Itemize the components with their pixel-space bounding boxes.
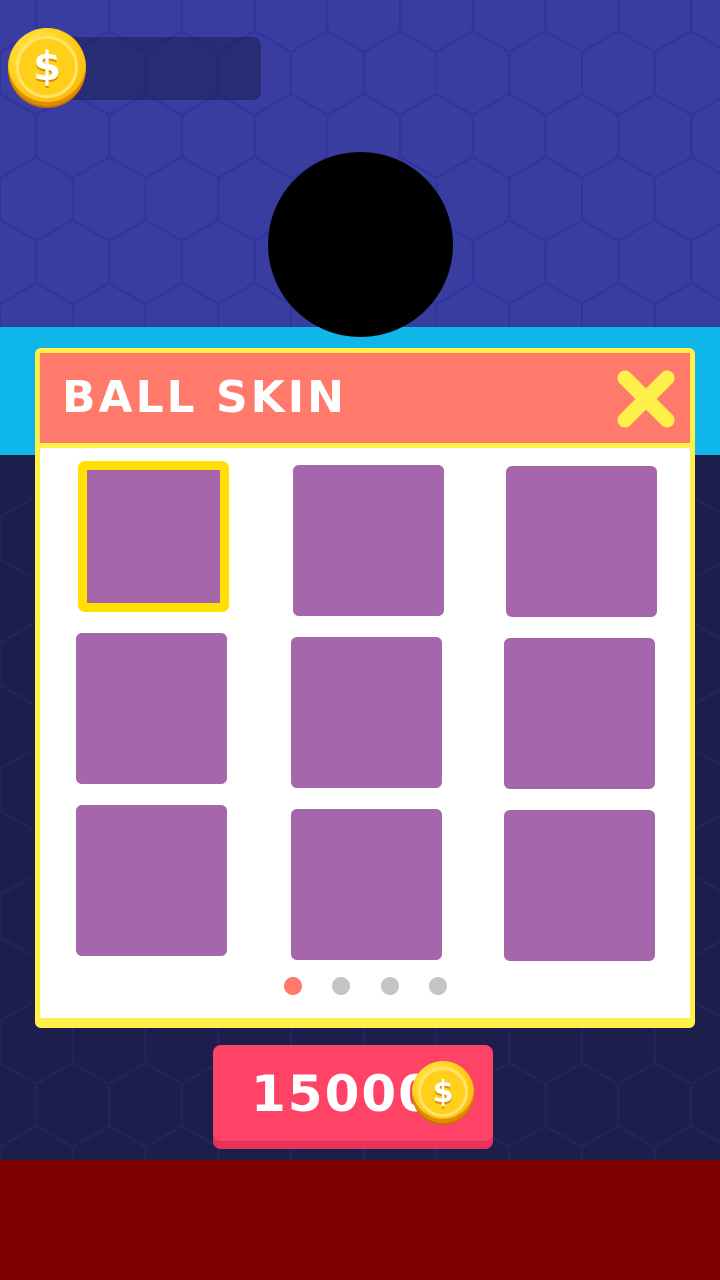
page-indicator-dot[interactable] bbox=[284, 977, 302, 995]
skin-tile[interactable] bbox=[76, 805, 227, 956]
skin-tile[interactable] bbox=[291, 637, 442, 788]
close-button[interactable] bbox=[615, 368, 677, 430]
ball-skin-panel: BALL SKIN bbox=[35, 348, 695, 1028]
skin-tile[interactable] bbox=[504, 638, 655, 789]
page-indicator-dot[interactable] bbox=[332, 977, 350, 995]
skin-tile[interactable] bbox=[76, 633, 227, 784]
skin-tile[interactable] bbox=[293, 465, 444, 616]
skin-tile[interactable] bbox=[291, 809, 442, 960]
ball-preview bbox=[268, 152, 453, 337]
coin-count bbox=[92, 50, 252, 86]
skin-tile[interactable] bbox=[504, 810, 655, 961]
buy-skin-button[interactable]: 15000 $ bbox=[213, 1045, 493, 1149]
coin-icon: $ bbox=[8, 28, 86, 106]
page-indicator-dot[interactable] bbox=[381, 977, 399, 995]
red-floor bbox=[0, 1160, 720, 1280]
coin-symbol: $ bbox=[16, 36, 78, 98]
panel-header: BALL SKIN bbox=[40, 353, 690, 443]
coin-icon: $ bbox=[412, 1061, 474, 1123]
close-icon bbox=[617, 370, 675, 428]
skin-tile-selected[interactable] bbox=[78, 461, 229, 612]
panel-title: BALL SKIN bbox=[62, 372, 347, 423]
skin-tile[interactable] bbox=[506, 466, 657, 617]
price-label: 15000 bbox=[251, 1065, 435, 1123]
coin-symbol: $ bbox=[418, 1067, 468, 1117]
page-indicator-dot[interactable] bbox=[429, 977, 447, 995]
skin-grid bbox=[40, 448, 690, 1018]
